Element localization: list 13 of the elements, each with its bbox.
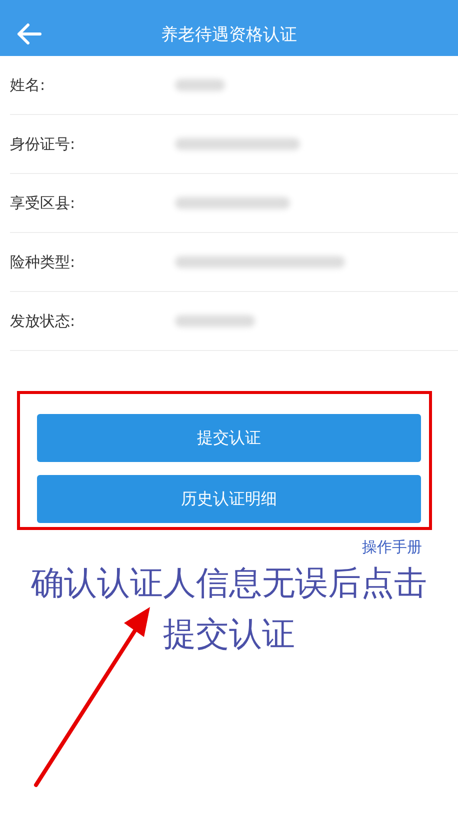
annotation-text: 确认认证人信息无误后点击	[30, 562, 428, 604]
field-label: 身份证号:	[10, 134, 76, 154]
manual-link[interactable]: 操作手册	[362, 538, 422, 557]
field-label: 享受区县:	[10, 194, 76, 212]
annotation-text: 提交认证	[162, 613, 296, 655]
action-button[interactable]: 提交认证	[37, 414, 421, 462]
field-label: 险种类型:	[10, 252, 76, 272]
field-label: 发放状态:	[10, 312, 76, 330]
blurred-value	[175, 79, 225, 91]
action-button[interactable]: 历史认证明细	[37, 475, 421, 523]
back-arrow-icon[interactable]	[16, 23, 42, 45]
page-title: 养老待遇资格认证	[161, 24, 297, 46]
field-label: 姓名:	[10, 76, 46, 94]
